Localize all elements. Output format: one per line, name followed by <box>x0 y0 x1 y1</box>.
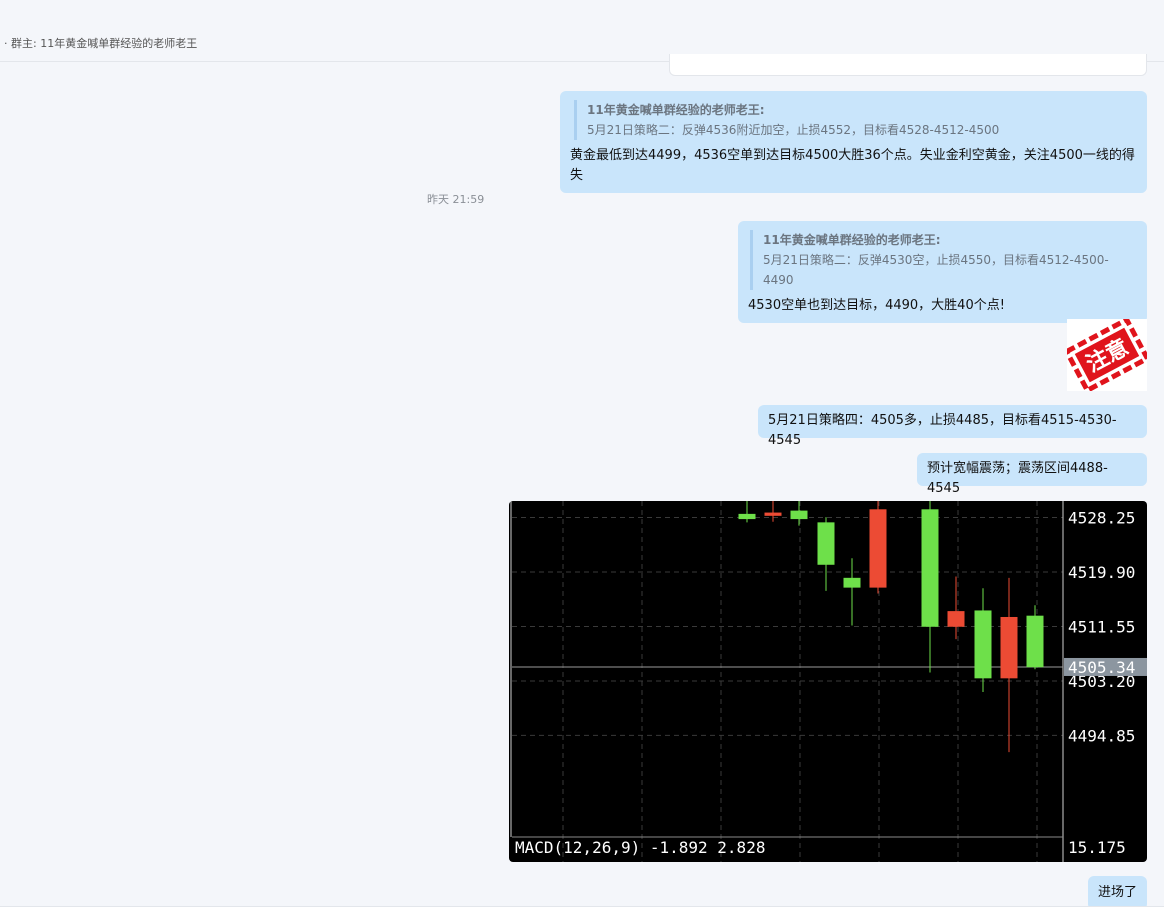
previous-message-card <box>669 54 1147 76</box>
quote-text: 5月21日策略二：反弹4530空，止损4550，目标看4512-4500-449… <box>763 253 1109 287</box>
sticker-image[interactable]: 注意 <box>1063 316 1151 394</box>
price-tick-label: 4519.90 <box>1068 563 1135 582</box>
quote-author: 11年黄金喊单群经验的老师老王: <box>763 233 941 247</box>
message-text: 黄金最低到达4499，4536空单到达目标4500大胜36个点。失业金利空黄金，… <box>570 148 1135 183</box>
message-text: 进场了 <box>1098 885 1138 900</box>
message-bubble[interactable]: 进场了 <box>1088 876 1147 910</box>
candle-body <box>974 610 992 679</box>
candle-body <box>921 509 939 627</box>
candle-body <box>947 611 965 627</box>
current-price-label: 4505.34 <box>1068 658 1135 677</box>
candle-body <box>817 522 835 565</box>
message-bubble[interactable]: 11年黄金喊单群经验的老师老王: 5月21日策略二：反弹4530空，止损4550… <box>738 221 1147 323</box>
message-text: 5月21日策略四：4505多，止损4485，目标看4515-4530-4545 <box>768 413 1117 448</box>
chart-image-message[interactable]: 4528.25 4519.90 4511.55 4503.20 4494.85 4505.… <box>509 501 1147 862</box>
quoted-message[interactable]: 11年黄金喊单群经验的老师老王: 5月21日策略二：反弹4530空，止损4550… <box>750 230 1137 290</box>
message-bubble[interactable]: 11年黄金喊单群经验的老师老王: 5月21日策略二：反弹4536附近加空，止损4… <box>560 91 1147 193</box>
candlestick-chart: 4528.254519.904511.554503.204494.854505.… <box>510 501 1147 862</box>
price-tick-label: 4528.25 <box>1068 508 1135 527</box>
chat-header: · 群主: 11年黄金喊单群经验的老师老王 <box>0 0 1164 62</box>
input-toolbar <box>0 906 1164 920</box>
quote-author: 11年黄金喊单群经验的老师老王: <box>587 103 765 117</box>
group-owner-label: · 群主: 11年黄金喊单群经验的老师老王 <box>4 37 198 50</box>
message-bubble[interactable]: 5月21日策略四：4505多，止损4485，目标看4515-4530-4545 <box>758 405 1147 448</box>
candle-body <box>1000 616 1018 679</box>
candle-body <box>764 512 782 516</box>
message-timestamp: 昨天 21:59 <box>427 193 485 206</box>
price-tick-label: 4494.85 <box>1068 726 1135 745</box>
message-bubble[interactable]: 预计宽幅震荡；震荡区间4488-4545 <box>917 453 1147 496</box>
candle-body <box>738 513 756 520</box>
candle-body <box>790 510 808 520</box>
macd-label: MACD(12,26,9) -1.892 2.828 <box>515 838 765 857</box>
message-text: 4530空单也到达目标，4490，大胜40个点! <box>748 298 1005 313</box>
quote-text: 5月21日策略二：反弹4536附近加空，止损4552，目标看4528-4512-… <box>587 123 1000 137</box>
candle-body <box>869 509 887 588</box>
candle-body <box>1026 615 1044 668</box>
macd-scale-label: 15.175 <box>1068 838 1126 857</box>
quoted-message[interactable]: 11年黄金喊单群经验的老师老王: 5月21日策略二：反弹4536附近加空，止损4… <box>574 100 1137 140</box>
attention-stamp-icon: 注意 <box>1063 316 1151 394</box>
message-text: 预计宽幅震荡；震荡区间4488-4545 <box>927 461 1108 496</box>
price-tick-label: 4511.55 <box>1068 617 1135 636</box>
candle-body <box>843 577 861 588</box>
